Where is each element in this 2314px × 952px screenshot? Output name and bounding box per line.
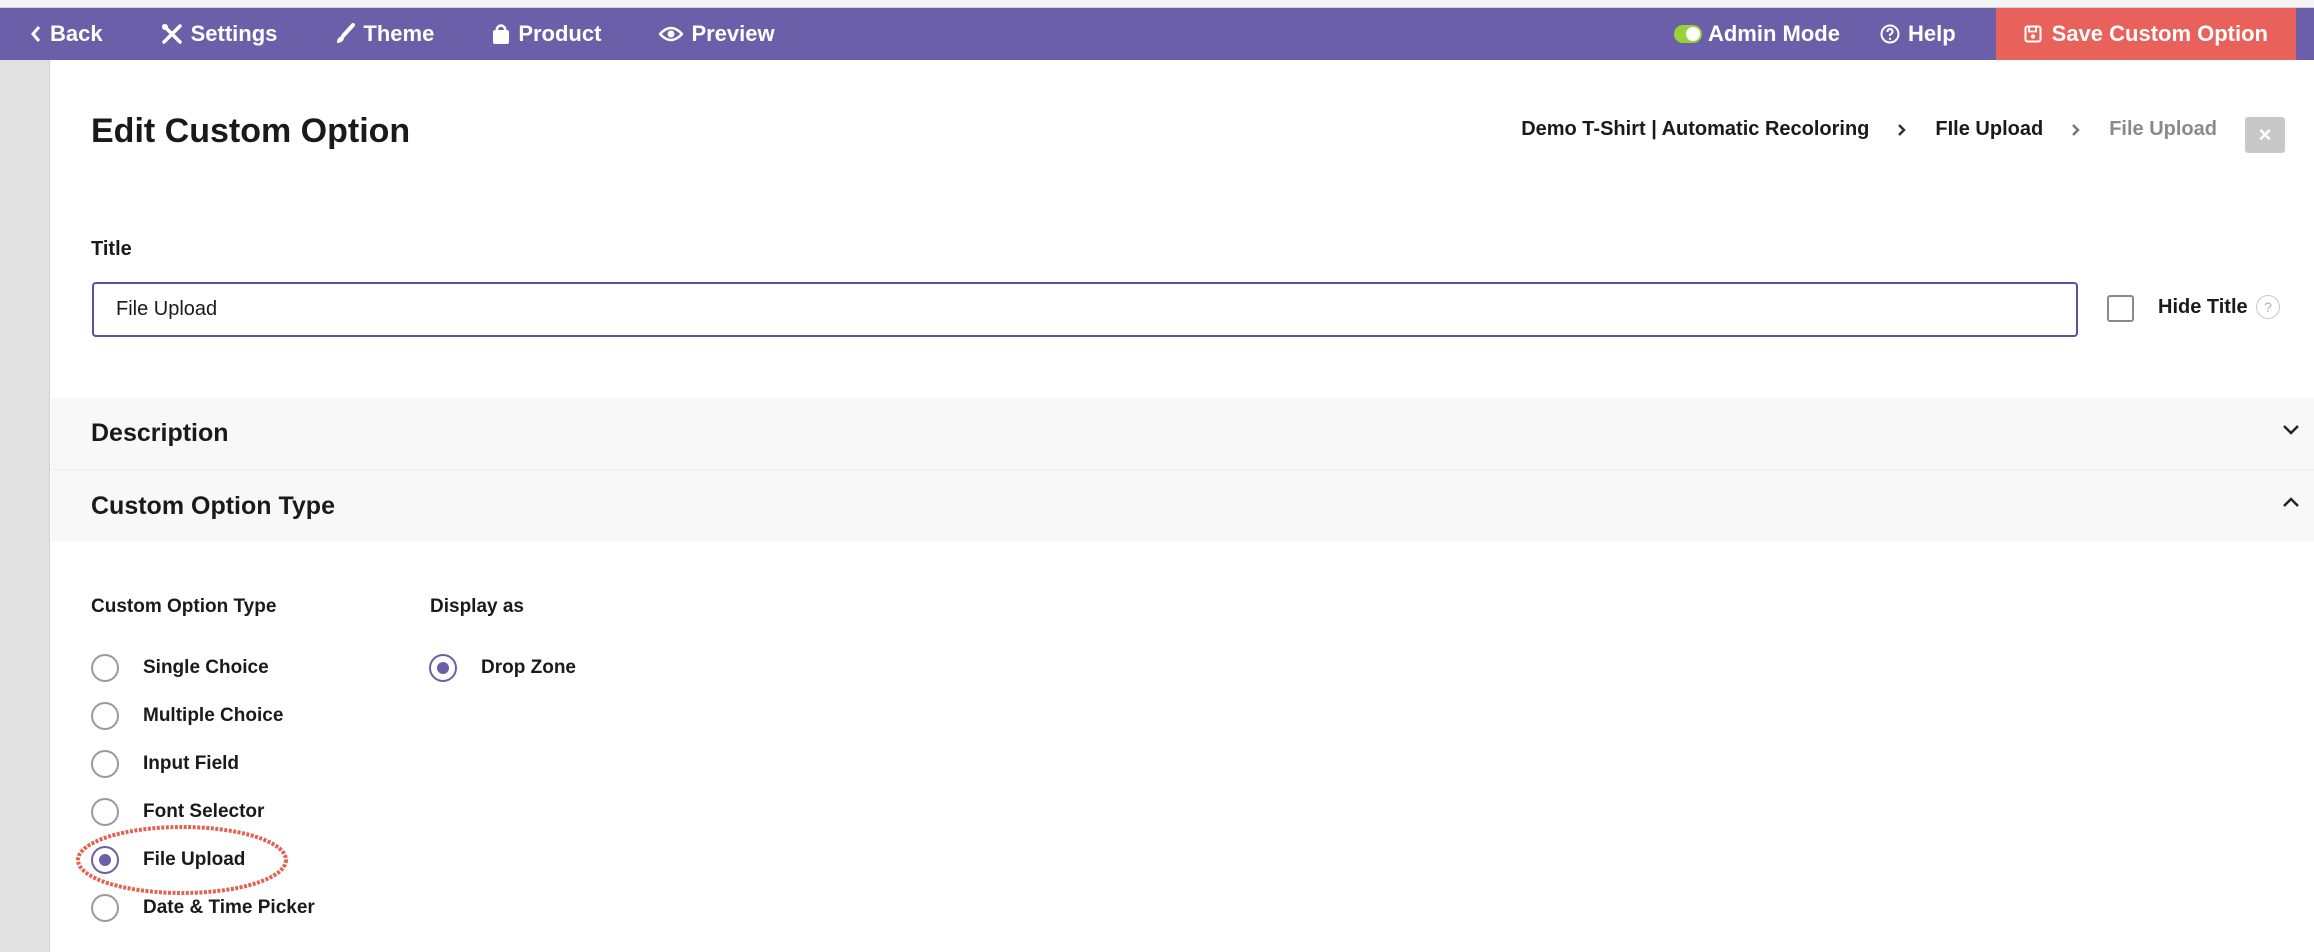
- top-navbar: Back Settings Theme Product Preview Admi…: [0, 8, 2314, 60]
- display-as-heading: Display as: [430, 596, 524, 617]
- hide-title-label: Hide Title: [2158, 296, 2248, 318]
- help-tooltip-icon[interactable]: ?: [2256, 295, 2280, 319]
- radio-button[interactable]: [91, 894, 119, 922]
- chevron-right-icon: [1897, 123, 1907, 137]
- close-button[interactable]: ×: [2245, 117, 2285, 153]
- tools-icon: [161, 24, 182, 44]
- shopping-bag-icon: [493, 24, 510, 44]
- preview-label: Preview: [691, 21, 775, 46]
- radio-button[interactable]: [91, 702, 119, 730]
- radio-drop-zone[interactable]: Drop Zone: [429, 654, 576, 682]
- save-label: Save Custom Option: [2051, 21, 2268, 46]
- nav-right-group: Admin Mode Help Save Custom Option: [1673, 8, 2314, 60]
- breadcrumb-current: File Upload: [2109, 118, 2217, 140]
- chevron-up-icon: [2283, 497, 2299, 507]
- section-option-type-title: Custom Option Type: [91, 491, 335, 520]
- toggle-switch-icon: [1673, 25, 1702, 43]
- section-description-title: Description: [91, 419, 229, 447]
- breadcrumb-product[interactable]: Demo T-Shirt | Automatic Recoloring: [1521, 118, 1869, 141]
- section-description-header[interactable]: Description: [51, 398, 2314, 470]
- radio-label: Input Field: [143, 753, 240, 774]
- radio-single-choice[interactable]: Single Choice: [91, 654, 269, 682]
- preview-button[interactable]: Preview: [659, 8, 775, 60]
- back-label: Back: [50, 21, 103, 46]
- chevron-right-icon: [2071, 123, 2081, 137]
- radio-button[interactable]: [91, 654, 119, 682]
- eye-icon: [659, 26, 684, 42]
- radio-multiple-choice[interactable]: Multiple Choice: [91, 702, 283, 730]
- page-title: Edit Custom Option: [91, 112, 411, 150]
- hide-title-checkbox[interactable]: [2107, 295, 2134, 322]
- save-icon: [2024, 25, 2042, 43]
- question-circle-icon: [1880, 24, 1900, 44]
- radio-button-selected[interactable]: [91, 846, 119, 874]
- save-custom-option-button[interactable]: Save Custom Option: [1995, 8, 2296, 60]
- close-icon: ×: [2258, 122, 2272, 147]
- nav-left-group: Back Settings Theme Product Preview: [0, 8, 833, 60]
- radio-label: Font Selector: [143, 801, 265, 822]
- section-option-type-header[interactable]: Custom Option Type: [51, 470, 2314, 542]
- radio-label: File Upload: [143, 849, 246, 870]
- product-label: Product: [518, 21, 602, 46]
- title-input[interactable]: [92, 282, 2078, 337]
- settings-button[interactable]: Settings: [161, 8, 278, 60]
- back-button[interactable]: Back: [30, 8, 103, 60]
- left-gutter: [0, 60, 50, 952]
- help-tooltip-symbol: ?: [2264, 299, 2272, 315]
- chevron-left-icon: [31, 26, 41, 42]
- breadcrumb: Demo T-Shirt | Automatic Recoloring FIle…: [1521, 118, 2217, 141]
- brush-icon: [337, 23, 356, 43]
- radio-file-upload[interactable]: File Upload: [91, 846, 245, 874]
- radio-label: Drop Zone: [481, 657, 576, 678]
- breadcrumb-group[interactable]: FIle Upload: [1935, 118, 2043, 141]
- radio-input-field[interactable]: Input Field: [91, 750, 239, 778]
- chevron-down-icon: [2283, 425, 2299, 435]
- help-label: Help: [1907, 21, 1956, 46]
- settings-label: Settings: [190, 21, 278, 46]
- radio-button-selected[interactable]: [429, 654, 457, 682]
- theme-button[interactable]: Theme: [335, 8, 434, 60]
- radio-font-selector[interactable]: Font Selector: [91, 798, 264, 826]
- radio-label: Date & Time Picker: [143, 897, 315, 918]
- product-button[interactable]: Product: [492, 8, 601, 60]
- radio-label: Multiple Choice: [143, 705, 284, 726]
- window-top-strip: [0, 0, 2314, 8]
- radio-button[interactable]: [91, 750, 119, 778]
- admin-mode-label: Admin Mode: [1707, 21, 1840, 46]
- admin-mode-toggle[interactable]: Admin Mode: [1673, 8, 1840, 60]
- option-type-heading: Custom Option Type: [91, 596, 277, 617]
- help-button[interactable]: Help: [1880, 8, 1956, 60]
- radio-button[interactable]: [91, 798, 119, 826]
- radio-label: Single Choice: [143, 657, 269, 678]
- radio-date-time-picker[interactable]: Date & Time Picker: [91, 894, 315, 922]
- title-field-label: Title: [91, 238, 132, 260]
- theme-label: Theme: [363, 21, 435, 46]
